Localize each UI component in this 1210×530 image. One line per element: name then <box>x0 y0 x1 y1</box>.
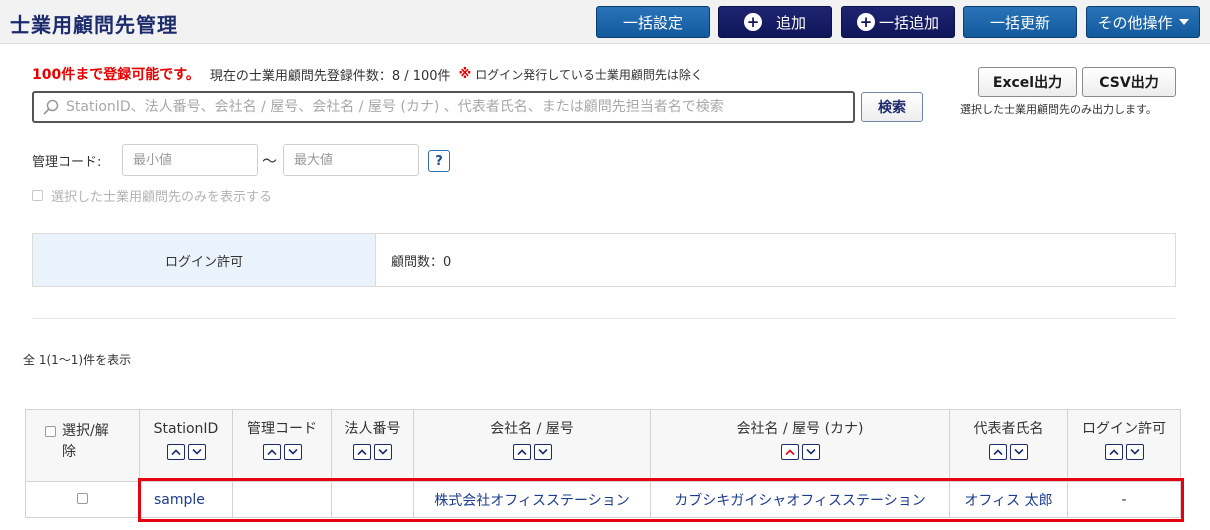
registration-info: 100件まで登録可能です。 現在の士業用顧問先登録件数：8 / 100件 ※ ロ… <box>32 64 703 84</box>
client-table: 選択/解除 StationID 管理コード 法人番号 会社名 / 屋号 会社名 … <box>25 409 1181 518</box>
caret-down-icon <box>1178 19 1189 25</box>
bulk-update-button[interactable]: 一括更新 <box>963 6 1077 38</box>
plus-circle-icon: + <box>856 13 875 31</box>
sort-asc-company-name-kana[interactable] <box>780 444 799 460</box>
result-count: 全 1(1～1)件を表示 <box>23 353 132 367</box>
chevron-up-icon <box>1108 449 1119 455</box>
table-row: sample 株式会社オフィスステーション カブシキガイシャオフィスステーション… <box>25 481 1181 518</box>
sort-asc-login-allowed[interactable] <box>1104 444 1123 460</box>
bulk-settings-button[interactable]: 一括設定 <box>596 6 710 38</box>
export-note: 選択した士業用顧問先のみ出力します。 <box>960 103 1157 116</box>
search-input[interactable] <box>66 99 846 115</box>
add-button[interactable]: + 追加 <box>718 6 832 38</box>
bulk-add-button[interactable]: + 一括追加 <box>841 6 955 38</box>
row-checkbox[interactable] <box>77 492 88 504</box>
chevron-down-icon <box>537 449 548 455</box>
management-code-label: 管理コード: <box>32 155 102 170</box>
chevron-down-icon <box>805 449 816 455</box>
login-allowed-cell: - <box>1067 481 1181 518</box>
chevron-down-icon <box>287 449 298 455</box>
excel-export-button[interactable]: Excel出力 <box>978 67 1077 97</box>
registration-count: 現在の士業用顧問先登録件数：8 / 100件 <box>209 68 451 84</box>
select-all-header[interactable]: 選択/解除 <box>25 409 140 482</box>
select-all-checkbox[interactable] <box>45 426 56 437</box>
search-button[interactable]: 検索 <box>861 92 923 122</box>
search-box <box>32 91 855 123</box>
summary-label: ログイン許可 <box>33 234 376 286</box>
sort-asc-management-code[interactable] <box>262 444 281 460</box>
column-login-allowed: ログイン許可 <box>1067 409 1181 482</box>
sort-desc-login-allowed[interactable] <box>1125 444 1144 460</box>
only-selected-checkbox[interactable] <box>32 190 43 201</box>
column-station-id: StationID <box>139 409 233 482</box>
company-name-cell: 株式会社オフィスステーション <box>413 481 651 518</box>
login-summary: ログイン許可 顧問数：0 <box>32 233 1176 287</box>
chevron-up-icon <box>357 449 367 455</box>
corporate-number-cell <box>331 481 414 518</box>
column-corporate-number: 法人番号 <box>331 409 414 482</box>
chevron-up-icon <box>170 449 181 455</box>
range-separator: ～ <box>262 152 278 170</box>
sort-desc-company-name-kana[interactable] <box>801 444 820 460</box>
divider <box>32 318 1176 319</box>
company-name-kana-cell: カブシキガイシャオフィスステーション <box>650 481 950 518</box>
chevron-down-icon <box>1014 449 1024 455</box>
column-management-code: 管理コード <box>232 409 332 482</box>
plus-circle-icon: + <box>743 13 762 31</box>
chevron-down-icon <box>1129 449 1140 455</box>
page-title: 士業用顧問先管理 <box>10 13 178 37</box>
registration-note: ログイン発行している士業用顧問先は除く <box>475 67 703 82</box>
representative-link[interactable]: オフィス 太郎 <box>964 493 1052 509</box>
limit-text: 100件まで登録可能です。 <box>32 67 200 83</box>
page-header: 士業用顧問先管理 一括設定 + 追加 + 一括追加 一括更新 その他操作 <box>0 0 1210 44</box>
chevron-up-icon <box>266 449 277 455</box>
sort-asc-representative[interactable] <box>989 444 1007 460</box>
column-company-name-kana: 会社名 / 屋号 (カナ) <box>650 409 950 482</box>
table-header-row: 選択/解除 StationID 管理コード 法人番号 会社名 / 屋号 会社名 … <box>25 409 1181 482</box>
station-id-cell: sample <box>139 481 233 518</box>
only-selected-label: 選択した士業用顧問先のみを表示する <box>51 190 273 205</box>
csv-export-button[interactable]: CSV出力 <box>1082 67 1176 97</box>
search-icon <box>43 99 59 115</box>
sort-desc-station-id[interactable] <box>187 444 206 460</box>
row-select-cell <box>25 481 140 518</box>
company-name-kana-link[interactable]: カブシキガイシャオフィスステーション <box>674 493 925 509</box>
column-company-name: 会社名 / 屋号 <box>413 409 651 482</box>
management-code-cell <box>232 481 332 518</box>
sort-desc-representative[interactable] <box>1010 444 1028 460</box>
select-all-label: 選択/解除 <box>62 423 109 460</box>
code-min-input[interactable] <box>122 144 258 176</box>
sort-desc-corporate-number[interactable] <box>374 444 392 460</box>
only-selected-filter[interactable]: 選択した士業用顧問先のみを表示する <box>32 186 272 205</box>
sort-asc-company-name[interactable] <box>512 444 531 460</box>
sort-desc-management-code[interactable] <box>283 444 302 460</box>
sort-asc-corporate-number[interactable] <box>353 444 371 460</box>
summary-value: 顧問数：0 <box>391 254 452 270</box>
chevron-up-icon <box>784 449 795 455</box>
company-name-link[interactable]: 株式会社オフィスステーション <box>434 493 629 509</box>
chevron-down-icon <box>378 449 388 455</box>
note-mark: ※ <box>458 66 472 82</box>
chevron-up-icon <box>993 449 1003 455</box>
station-id-link[interactable]: sample <box>154 492 205 508</box>
chevron-up-icon <box>516 449 527 455</box>
column-representative: 代表者氏名 <box>949 409 1068 482</box>
chevron-down-icon <box>191 449 202 455</box>
other-actions-button[interactable]: その他操作 <box>1086 6 1200 38</box>
code-max-input[interactable] <box>283 144 419 176</box>
representative-cell: オフィス 太郎 <box>949 481 1068 518</box>
sort-desc-company-name[interactable] <box>533 444 552 460</box>
sort-asc-station-id[interactable] <box>166 444 185 460</box>
question-icon[interactable]: ? <box>428 150 450 172</box>
